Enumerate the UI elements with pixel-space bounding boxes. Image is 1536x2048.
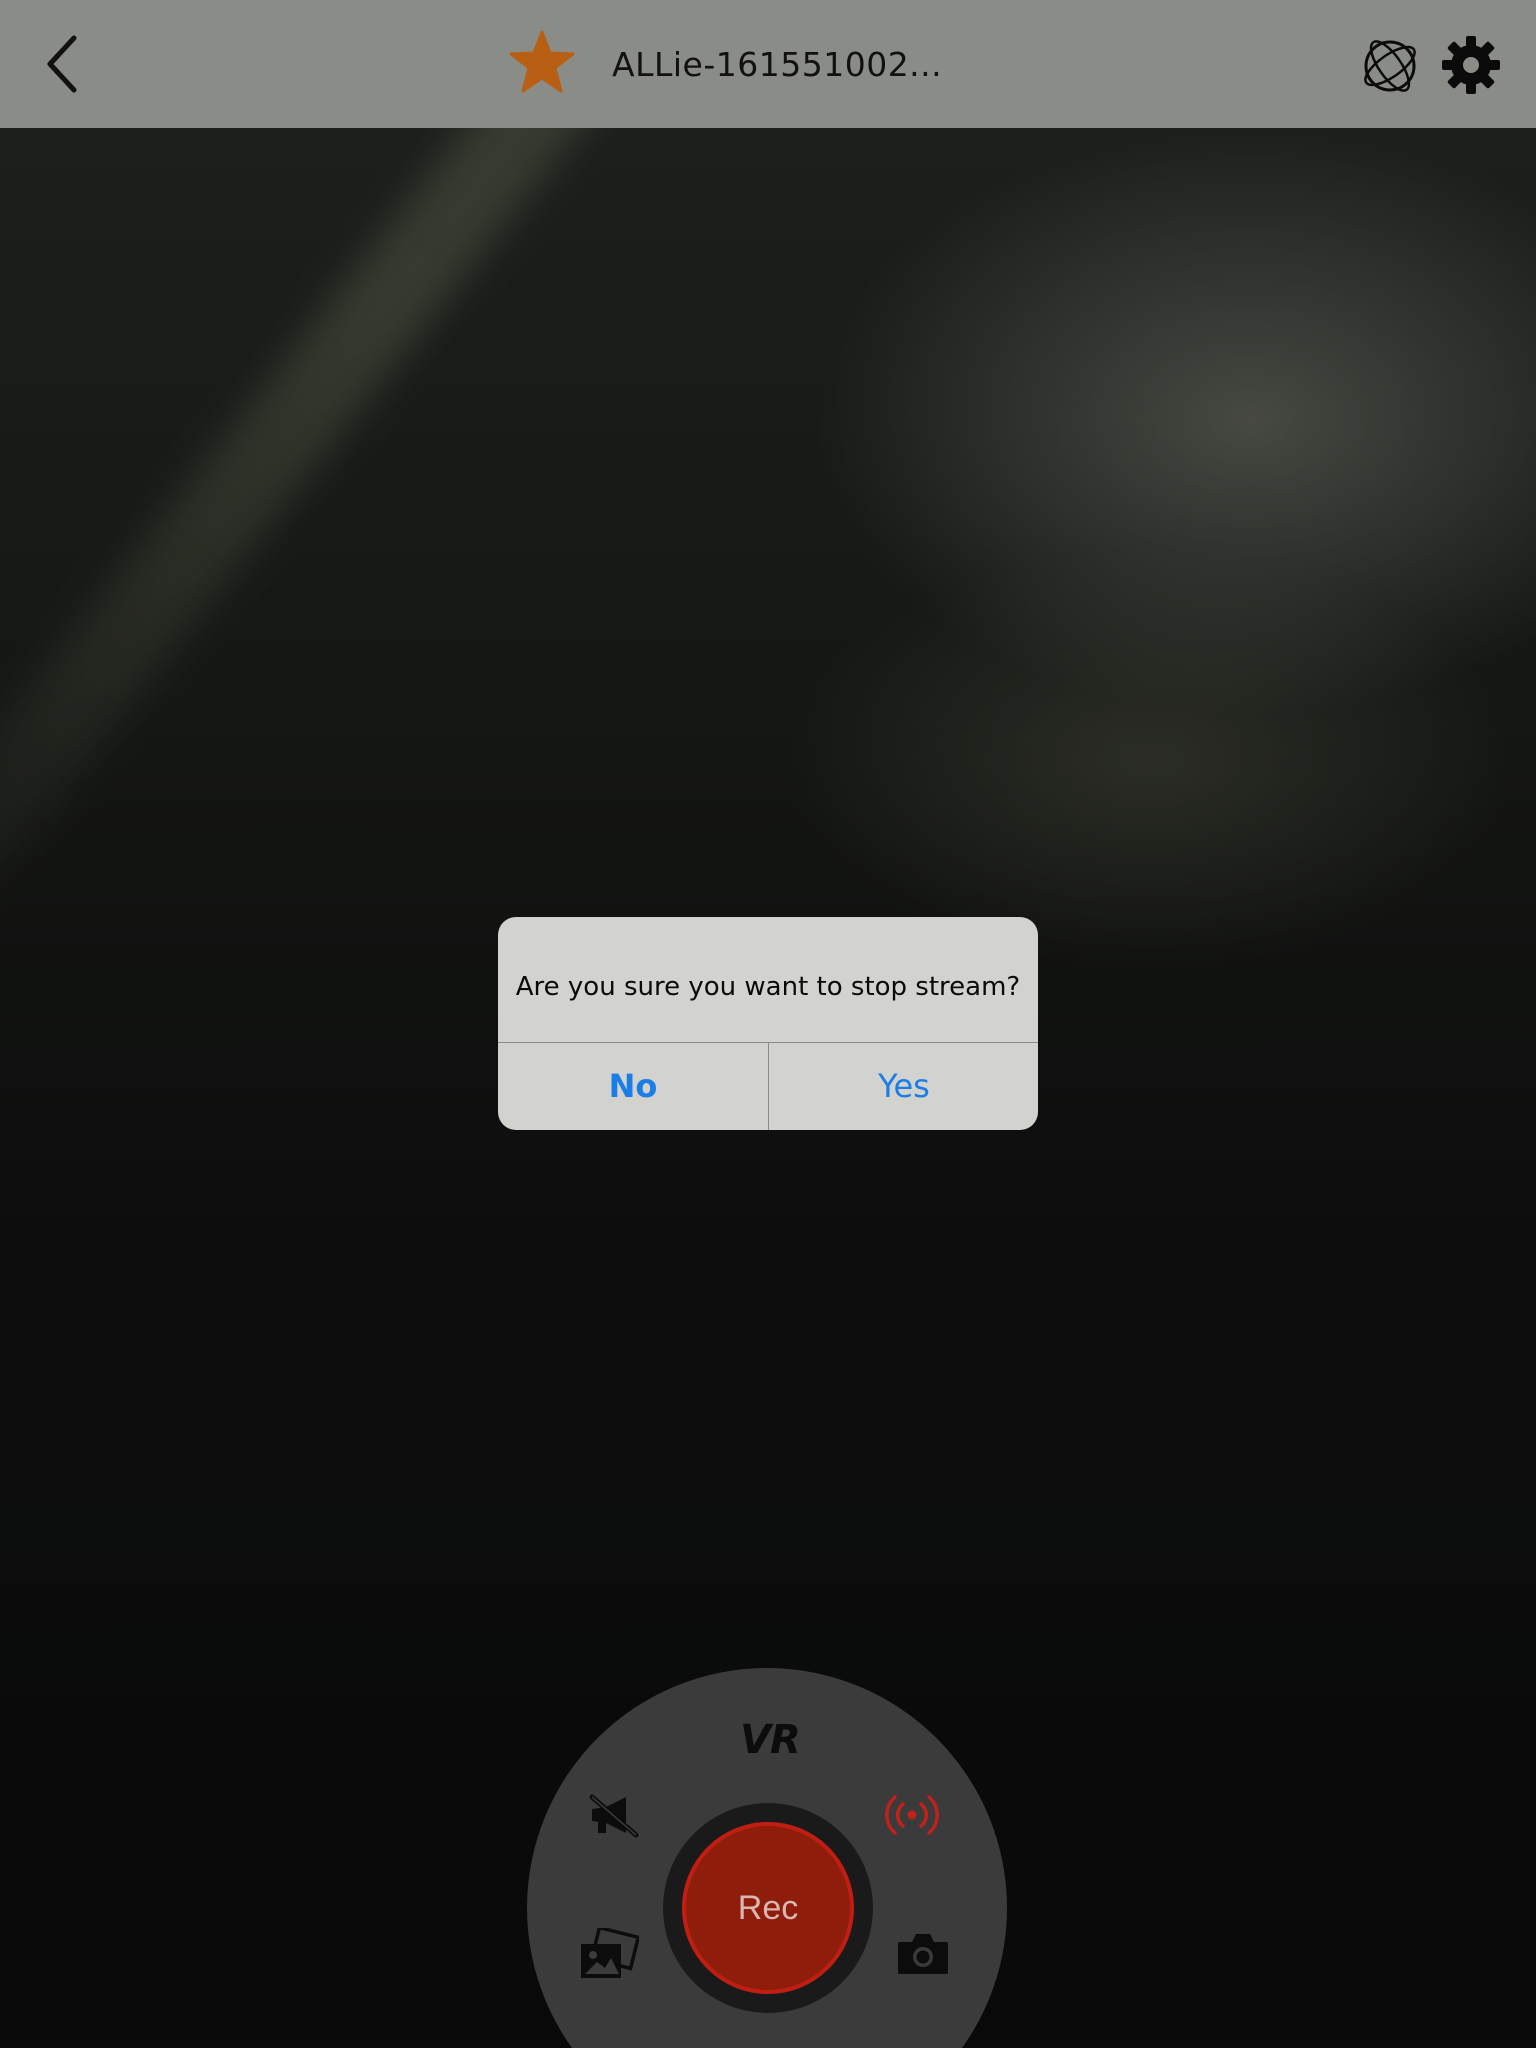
page-title: ALLie-161551002...	[612, 45, 943, 84]
alert-no-button[interactable]: No	[498, 1043, 768, 1130]
orbit-icon	[1364, 40, 1416, 92]
mute-icon[interactable]	[586, 1791, 640, 1839]
vr-mode-button[interactable]: VR	[740, 1715, 801, 1765]
favorite-star-icon[interactable]	[508, 30, 576, 96]
screen: ALLie-161551002... Are you sure you want…	[0, 0, 1536, 2048]
gallery-icon[interactable]	[577, 1925, 641, 1982]
live-stream-icon[interactable]	[884, 1792, 940, 1838]
top-bar: ALLie-161551002...	[0, 0, 1536, 128]
alert-message: Are you sure you want to stop stream?	[515, 972, 1021, 1002]
stop-stream-alert: Are you sure you want to stop stream? No…	[498, 917, 1038, 1130]
gear-icon	[1442, 36, 1500, 94]
alert-yes-button[interactable]: Yes	[769, 1043, 1038, 1130]
chevron-left-icon	[47, 35, 77, 93]
camera-icon[interactable]	[896, 1930, 950, 1976]
back-button[interactable]	[38, 30, 86, 98]
record-label: Rec	[737, 1889, 799, 1927]
settings-button[interactable]	[1440, 34, 1502, 96]
vr-orbit-button[interactable]	[1358, 34, 1422, 98]
